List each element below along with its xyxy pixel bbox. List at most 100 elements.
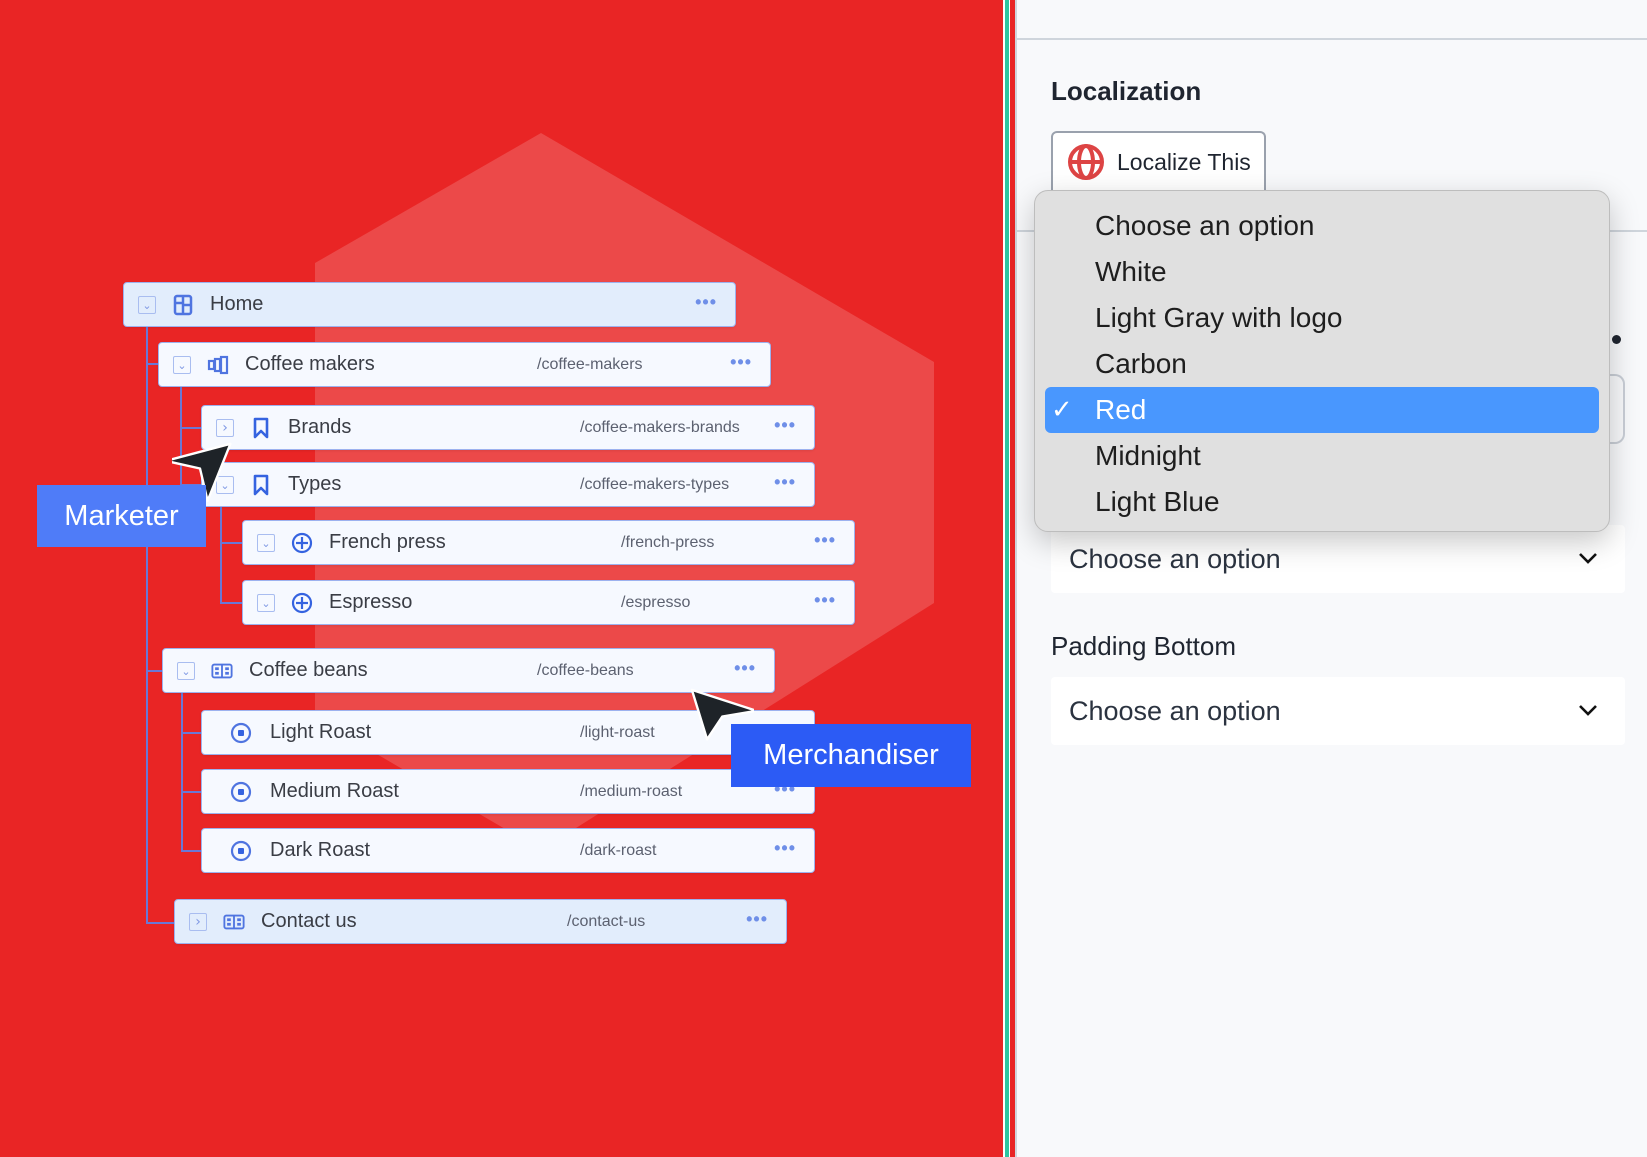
padding-bottom-select[interactable]: Choose an option [1051,677,1625,745]
tree-connector [181,791,201,793]
bookmark-icon [250,417,272,439]
columns-icon [207,354,229,376]
collapse-toggle-icon[interactable]: ⌄ [257,594,275,612]
dropdown-option-label: Light Gray with logo [1095,302,1343,333]
tree-row-coffee-beans[interactable]: ⌄ Coffee beans/coffee-beans ••• [162,648,775,693]
tree-row-slug: /contact-us [567,913,646,930]
tree-row-label: Types [288,473,342,495]
tree-row-types[interactable]: ⌄ Types/coffee-makers-types ••• [201,462,815,507]
tree-row-slug: /espresso [621,594,691,611]
tree-connector [180,427,201,429]
tree-connector [220,542,242,544]
more-options-icon[interactable]: ••• [774,406,796,444]
panel-header-divider [1017,38,1647,40]
tree-row-slug: /light-roast [580,724,655,741]
more-options-icon[interactable]: ••• [734,649,756,687]
chevron-down-icon [1579,705,1597,716]
globe-icon [1068,144,1104,180]
tree-connector [181,850,201,852]
dropdown-option-label: Choose an option [1095,210,1315,241]
tree-connector [146,363,158,365]
tree-row-label: Coffee beans [249,659,368,681]
tree-row-coffee-makers[interactable]: ⌄ Coffee makers/coffee-makers ••• [158,342,771,387]
settings-panel: Localization Localize This Choose an opt… [1017,0,1647,1157]
chevron-down-icon [1579,553,1597,564]
tree-row-brands[interactable]: › Brands/coffee-makers-brands ••• [201,405,815,450]
dropdown-option-carbon[interactable]: Carbon [1045,341,1599,387]
tree-connector [146,670,162,672]
target-icon [230,781,252,803]
bookmark-icon [250,474,272,496]
marketer-label: Marketer [37,485,206,547]
tree-row-espresso[interactable]: ⌄ Espresso/espresso ••• [242,580,855,625]
tree-row-label: Dark Roast [270,839,371,861]
tree-row-slug: /medium-roast [580,783,683,800]
tree-connector [181,693,183,850]
target-icon [230,840,252,862]
dropdown-option-light-blue[interactable]: Light Blue [1045,479,1599,525]
app-window: ⌄ Home ••• ⌄ Coffee makers/coffee-makers ••• ›… [0,0,1647,1157]
preview-canvas: ⌄ Home ••• ⌄ Coffee makers/coffee-makers ••• ›… [0,0,1003,1157]
padding-bottom-label: Padding Bottom [1051,631,1237,661]
tree-connector [146,922,174,924]
dropdown-option-label: Midnight [1095,440,1201,471]
dropdown-option-red[interactable]: ✓ Red [1045,387,1599,433]
book-icon [211,660,233,682]
dropdown-option-midnight[interactable]: Midnight [1045,433,1599,479]
more-options-icon[interactable]: ••• [695,283,717,321]
tree-row-label: Brands [288,416,352,438]
more-options-icon[interactable]: ••• [814,581,836,619]
hexagon-background-shape [315,133,934,850]
more-options-icon[interactable]: ••• [814,521,836,559]
more-options-icon[interactable]: ••• [746,900,768,938]
more-options-icon[interactable]: ••• [774,829,796,867]
background-select[interactable]: Choose an option [1051,525,1625,593]
localize-this-button[interactable]: Localize This [1051,131,1266,191]
tree-row-slug: /coffee-makers-types [580,476,730,493]
tree-row-home[interactable]: ⌄ Home ••• [123,282,736,327]
dropdown-option-choose-an-option[interactable]: Choose an option [1045,203,1599,249]
required-indicator-dot [1612,335,1621,344]
tree-row-medium-roast[interactable]: Medium Roast/medium-roast ••• [201,769,815,814]
tree-row-french-press[interactable]: ⌄ French press/french-press ••• [242,520,855,565]
dropdown-option-label: Light Blue [1095,486,1220,517]
target-icon [230,722,252,744]
tree-row-label: French press [329,531,446,553]
tree-row-label: Light Roast [270,721,372,743]
dropdown-option-label: White [1095,256,1167,287]
plus-circle-icon [291,592,313,614]
tree-connector [146,326,148,923]
more-options-icon[interactable]: ••• [730,343,752,381]
dropdown-option-white[interactable]: White [1045,249,1599,295]
tree-row-slug: /coffee-beans [537,662,634,679]
localize-this-label: Localize This [1117,148,1251,175]
tree-row-contact-us[interactable]: › Contact us/contact-us ••• [174,899,787,944]
book-icon [223,911,245,933]
tree-connector [181,732,201,734]
checkmark-icon: ✓ [1051,395,1073,425]
collapse-toggle-icon[interactable]: ⌄ [173,356,191,374]
dropdown-option-light-gray-with-logo[interactable]: Light Gray with logo [1045,295,1599,341]
background-options-dropdown: Choose an option White Light Gray with log… [1034,190,1610,532]
tree-row-slug: /coffee-makers [537,356,643,373]
expand-toggle-icon[interactable]: › [189,913,207,931]
collapse-toggle-icon[interactable]: ⌄ [177,662,195,680]
tree-row-label: Contact us [261,910,357,932]
localization-title: Localization [1051,76,1202,106]
padding-bottom-select-value: Choose an option [1069,695,1281,726]
tree-row-label: Home [210,293,264,315]
tree-connector [220,602,242,604]
layout-icon [172,294,194,316]
tree-row-slug: /french-press [621,534,715,551]
dropdown-option-label: Red [1095,394,1147,425]
tree-row-label: Espresso [329,591,413,613]
tree-row-slug: /coffee-makers-brands [580,419,740,436]
tree-row-label: Coffee makers [245,353,375,375]
collapse-toggle-icon[interactable]: ⌄ [138,296,156,314]
tree-row-dark-roast[interactable]: Dark Roast/dark-roast ••• [201,828,815,873]
expand-toggle-icon[interactable]: › [216,419,234,437]
collapse-toggle-icon[interactable]: ⌄ [257,534,275,552]
dropdown-option-label: Carbon [1095,348,1187,379]
plus-circle-icon [291,532,313,554]
more-options-icon[interactable]: ••• [774,463,796,501]
